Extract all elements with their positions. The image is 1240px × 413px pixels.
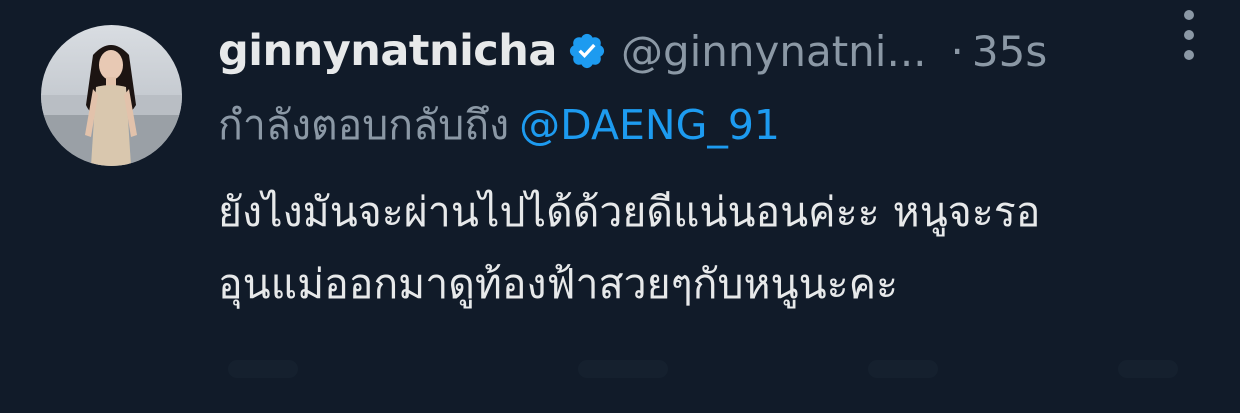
faded-action [1118,360,1178,378]
faded-action [578,360,668,378]
faded-action [868,360,938,378]
timestamp[interactable]: 35s [972,27,1047,76]
tweet-header: ginnynatnicha @ginnynatni... · 35s [218,22,1220,80]
more-dot [1184,30,1194,40]
verified-badge-icon [567,31,607,71]
reply-context: กำลังตอบกลับถึง @DAENG_91 [218,98,1220,152]
display-name[interactable]: ginnynatnicha [218,26,557,76]
tweet-card[interactable]: ginnynatnicha @ginnynatni... · 35s กำลัง… [0,0,1240,413]
separator-dot: · [950,26,964,76]
tweet-text-line: ยังไงมันจะผ่านไปได้ด้วยดีแน่นอนค่ะะ หนูจ… [218,188,1041,236]
reply-mention-link[interactable]: @DAENG_91 [519,101,780,149]
tweet-content: ginnynatnicha @ginnynatni... · 35s กำลัง… [218,22,1220,320]
more-dot [1184,10,1194,20]
reply-label: กำลังตอบกลับถึง [218,101,510,149]
more-dot [1184,50,1194,60]
tweet-text: ยังไงมันจะผ่านไปได้ด้วยดีแน่นอนค่ะะ หนูจ… [218,176,1218,320]
tweet-text-line: อุนแม่ออกมาดูท้องฟ้าสวยๆกับหนูนะคะ [218,260,899,308]
avatar[interactable] [41,25,182,166]
action-bar-faded [218,350,1218,390]
more-options-icon[interactable] [1174,10,1204,60]
avatar-image [41,25,182,166]
faded-action [228,360,298,378]
user-handle[interactable]: @ginnynatni... [621,27,927,76]
